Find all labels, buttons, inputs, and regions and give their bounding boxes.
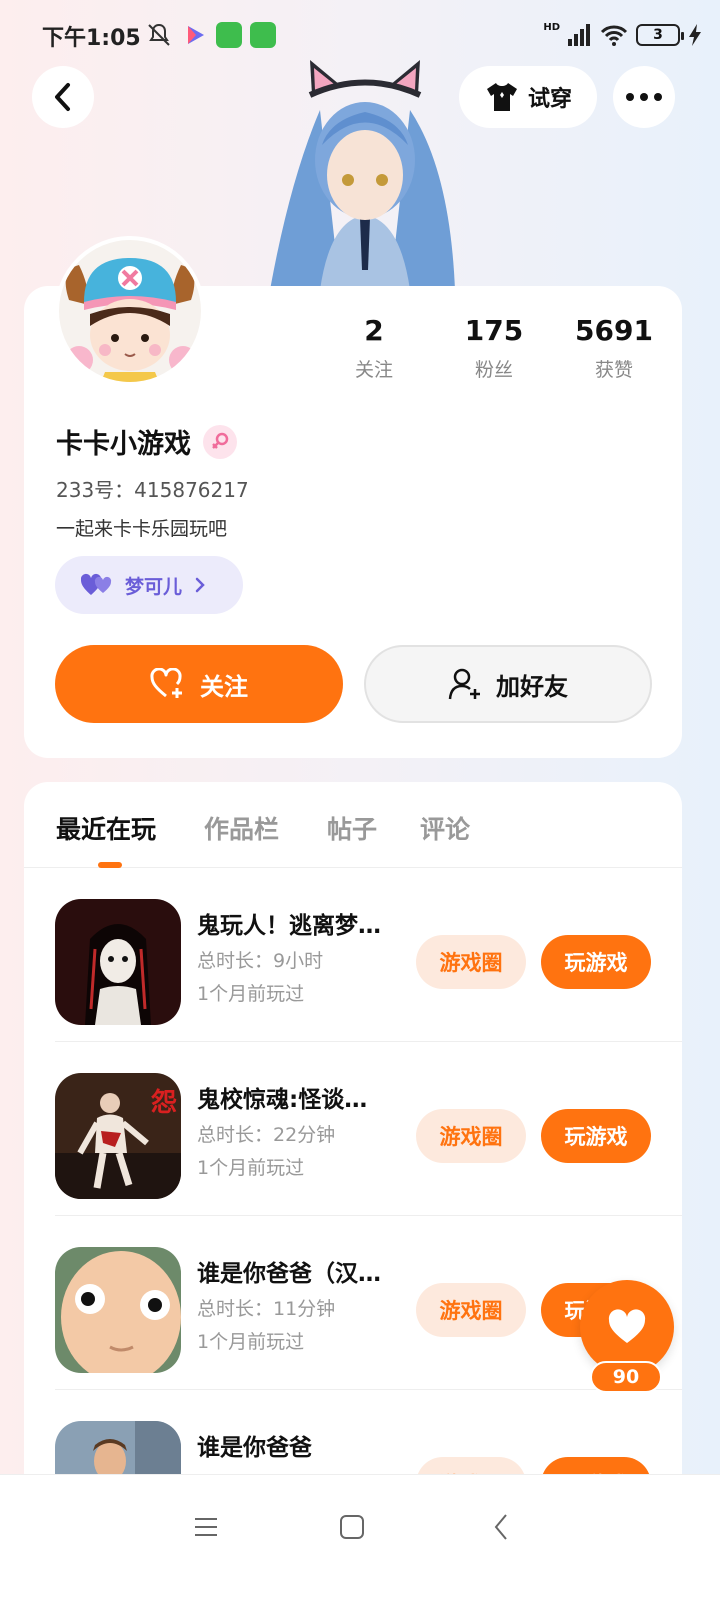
game-duration: 总时长：9小时: [197, 950, 324, 972]
stat-value: 5691: [575, 314, 653, 347]
female-gender-icon: [203, 424, 237, 459]
game-circle-button[interactable]: 游戏圈: [416, 1109, 526, 1163]
stat-label: 获赞: [594, 359, 633, 381]
tshirt-icon: [486, 83, 517, 111]
stat-value: 2: [364, 314, 384, 347]
back-button[interactable]: [32, 66, 94, 128]
try-on-label: 试穿: [527, 87, 572, 112]
heart-plus-icon: [150, 668, 182, 698]
game-name: 谁是你爸爸（汉…: [197, 1261, 381, 1287]
tab-bar: 最近在玩 作品栏 帖子 评论: [24, 782, 682, 868]
tab-works[interactable]: 作品栏: [204, 810, 279, 846]
game-thumbnail[interactable]: 怨: [55, 1073, 181, 1199]
add-friend-label: 加好友: [496, 672, 568, 701]
charging-icon: [689, 24, 701, 46]
stats-row: 2 关注 175 粉丝 5691 获赞: [314, 314, 674, 382]
signal-icon: [568, 24, 590, 46]
game-thumbnail[interactable]: [55, 1247, 181, 1373]
floating-like-count: 90: [590, 1361, 662, 1393]
play-game-button[interactable]: 玩游戏: [541, 935, 651, 989]
stat-likes[interactable]: 5691 获赞: [554, 314, 674, 382]
floating-like-button[interactable]: [580, 1280, 674, 1374]
app-notification-icon: [216, 22, 242, 48]
game-duration: 总时长：22分钟: [197, 1124, 336, 1146]
battery-level: 3: [653, 27, 663, 43]
tab-posts[interactable]: 帖子: [327, 810, 377, 846]
avatar[interactable]: [55, 236, 205, 386]
add-friend-button[interactable]: 加好友: [364, 645, 652, 723]
game-name: 谁是你爸爸: [197, 1435, 312, 1461]
club-tag[interactable]: 梦可儿: [55, 556, 243, 614]
more-button[interactable]: [613, 66, 675, 128]
add-user-icon: [448, 668, 480, 700]
system-nav-bar: [0, 1474, 720, 1600]
play-game-button[interactable]: 玩游戏: [541, 1109, 651, 1163]
user-id: 233号：415876217: [56, 478, 249, 502]
game-thumbnail[interactable]: [55, 899, 181, 1025]
notifications-muted-icon: [148, 23, 170, 46]
chevron-left-icon: [494, 1514, 507, 1540]
stat-following[interactable]: 2 关注: [314, 314, 434, 382]
system-back-button[interactable]: [481, 1507, 521, 1547]
home-button[interactable]: [332, 1507, 372, 1547]
hearts-icon: [81, 573, 112, 595]
game-circle-button[interactable]: 游戏圈: [416, 1283, 526, 1337]
status-right-group: HD 3: [543, 20, 702, 50]
game-last-played: 1个月前玩过: [197, 1331, 305, 1353]
chevron-left-icon: [55, 83, 70, 111]
chevron-right-icon: [195, 577, 205, 593]
game-name: 鬼玩人！逃离梦…: [197, 913, 381, 939]
game-row[interactable]: 怨 鬼校惊魂:怪谈… 总时长：22分钟 1个月前玩过 游戏圈 玩游戏: [24, 1042, 682, 1216]
character-figure[interactable]: [250, 50, 480, 290]
wifi-icon: [600, 25, 628, 46]
nickname-row: 卡卡小游戏: [56, 422, 237, 461]
nickname: 卡卡小游戏: [56, 429, 191, 460]
game-last-played: 1个月前玩过: [197, 1157, 305, 1179]
bio: 一起来卡卡乐园玩吧: [56, 518, 228, 540]
game-row[interactable]: 鬼玩人！逃离梦… 总时长：9小时 1个月前玩过 游戏圈 玩游戏: [24, 868, 682, 1042]
menu-icon: [195, 1518, 217, 1536]
tab-comments[interactable]: 评论: [420, 810, 470, 846]
stat-value: 175: [464, 314, 524, 347]
heart-icon: [608, 1309, 646, 1343]
follow-label: 关注: [200, 672, 248, 701]
stat-label: 粉丝: [474, 359, 513, 381]
stat-label: 关注: [354, 359, 393, 381]
game-last-played: 1个月前玩过: [197, 983, 305, 1005]
battery-icon: 3: [636, 24, 684, 46]
svg-text:怨: 怨: [151, 1088, 177, 1118]
status-time: 下午1:05: [42, 26, 141, 51]
tab-recent-played[interactable]: 最近在玩: [56, 810, 156, 846]
game-duration: 总时长：11分钟: [197, 1298, 336, 1320]
content-card: 最近在玩 作品栏 帖子 评论 鬼玩人！逃离梦… 总时长：9小时 1个月前玩过 游…: [24, 782, 682, 1522]
game-row[interactable]: 谁是你爸爸（汉… 总时长：11分钟 1个月前玩过 游戏圈 玩游戏: [24, 1216, 682, 1390]
stat-followers[interactable]: 175 粉丝: [434, 314, 554, 382]
app-notification-icon: [250, 22, 276, 48]
club-label: 梦可儿: [125, 575, 183, 598]
video-app-icon: [188, 26, 204, 44]
follow-button[interactable]: 关注: [55, 645, 343, 723]
home-square-icon: [340, 1515, 364, 1539]
game-circle-button[interactable]: 游戏圈: [416, 935, 526, 989]
more-icon: [626, 93, 662, 101]
game-name: 鬼校惊魂:怪谈…: [197, 1087, 368, 1113]
menu-button[interactable]: [186, 1507, 226, 1547]
hd-label: HD: [543, 21, 560, 33]
